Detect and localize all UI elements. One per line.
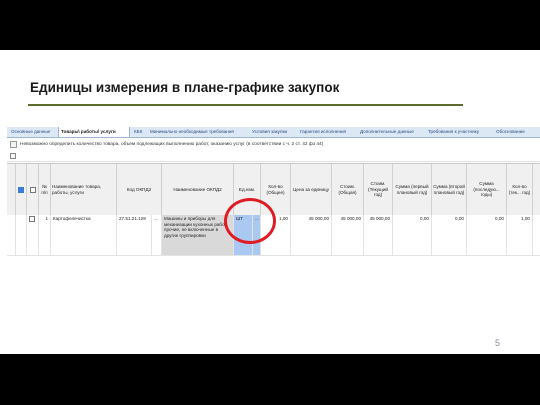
header-qty-current[interactable]: Кол-во (тек... год) xyxy=(507,164,533,215)
checkbox-icon[interactable] xyxy=(10,141,17,148)
tab-goods-works-services[interactable]: Товары\ работы\ услуги xyxy=(58,127,130,137)
header-cost-current[interactable]: Стоим. (Текущий год) xyxy=(364,164,393,215)
cell-price[interactable]: 45 000,00 xyxy=(291,215,332,255)
header-name[interactable]: Наименование товара, работы, услуги xyxy=(51,164,117,215)
tab-min-requirements[interactable]: Минимально необходимые требования xyxy=(148,127,248,137)
header-cost-total[interactable]: Стоим. (Общая) xyxy=(332,164,364,215)
header-okpd-name[interactable]: Наименование ОКПД2 xyxy=(162,164,234,215)
title-underline xyxy=(28,104,463,106)
tab-guarantee[interactable]: Гарантия исполнения xyxy=(298,127,356,137)
grid-toolbar xyxy=(7,152,540,162)
header-okpd-code[interactable]: Код ОКПД2 xyxy=(117,164,162,215)
okpd-code-picker[interactable]: ... xyxy=(152,215,162,255)
cell-cost-current[interactable]: 45 000,00 xyxy=(364,215,393,255)
row-checkbox[interactable] xyxy=(27,215,39,255)
row-selector[interactable] xyxy=(16,215,27,255)
cell-sum-next[interactable]: 0,00 xyxy=(467,215,507,255)
cell-cost-total: 45 000,00 xyxy=(332,215,364,255)
tab-main-data[interactable]: Основные данные xyxy=(9,127,57,137)
highlight-circle xyxy=(224,198,276,244)
tab-purchase-conditions[interactable]: Условия закупки xyxy=(250,127,296,137)
row-expander xyxy=(7,215,16,255)
header-price[interactable]: Цена за единицу xyxy=(291,164,332,215)
grid-header: № п/п Наименование товара, работы, услуг… xyxy=(7,163,540,216)
cell-num: 1 xyxy=(39,215,51,255)
header-checkbox[interactable] xyxy=(27,164,39,215)
cell-qty-current[interactable]: 1,00 xyxy=(507,215,533,255)
add-icon[interactable] xyxy=(10,153,16,159)
tab-kbk[interactable]: КБК xyxy=(132,127,146,137)
tab-justification[interactable]: Обоснование xyxy=(494,127,540,137)
header-sum-first[interactable]: Сумма (первый плановый год) xyxy=(393,164,432,215)
cell-okpd-code[interactable]: 27.51.21.129 xyxy=(117,215,152,255)
header-sum-next[interactable]: Сумма (последую... годы) xyxy=(467,164,507,215)
app-screenshot: Основные данные Товары\ работы\ услуги К… xyxy=(7,127,540,352)
cell-name[interactable]: Картофелечистка xyxy=(51,215,117,255)
warning-text: Невозможно определить количество товара,… xyxy=(20,142,324,147)
cell-sum-first[interactable]: 0,00 xyxy=(393,215,432,255)
header-select-icon[interactable] xyxy=(16,164,27,215)
header-expander xyxy=(7,164,16,215)
tab-bar: Основные данные Товары\ работы\ услуги К… xyxy=(7,127,540,138)
cell-sum-second[interactable]: 0,00 xyxy=(432,215,467,255)
tab-participant-requirements[interactable]: Требования к участнику xyxy=(426,127,492,137)
page-number: 5 xyxy=(495,338,501,348)
tab-additional-data[interactable]: Дополнительные данные xyxy=(358,127,424,137)
warning-row: Невозможно определить количество товара,… xyxy=(7,140,540,150)
slide-title: Единицы измерения в плане-графике закупо… xyxy=(30,80,340,95)
header-sum-second[interactable]: Сумма (второй плановый год) xyxy=(432,164,467,215)
header-num[interactable]: № п/п xyxy=(39,164,51,215)
slide: Единицы измерения в плане-графике закупо… xyxy=(0,50,540,354)
